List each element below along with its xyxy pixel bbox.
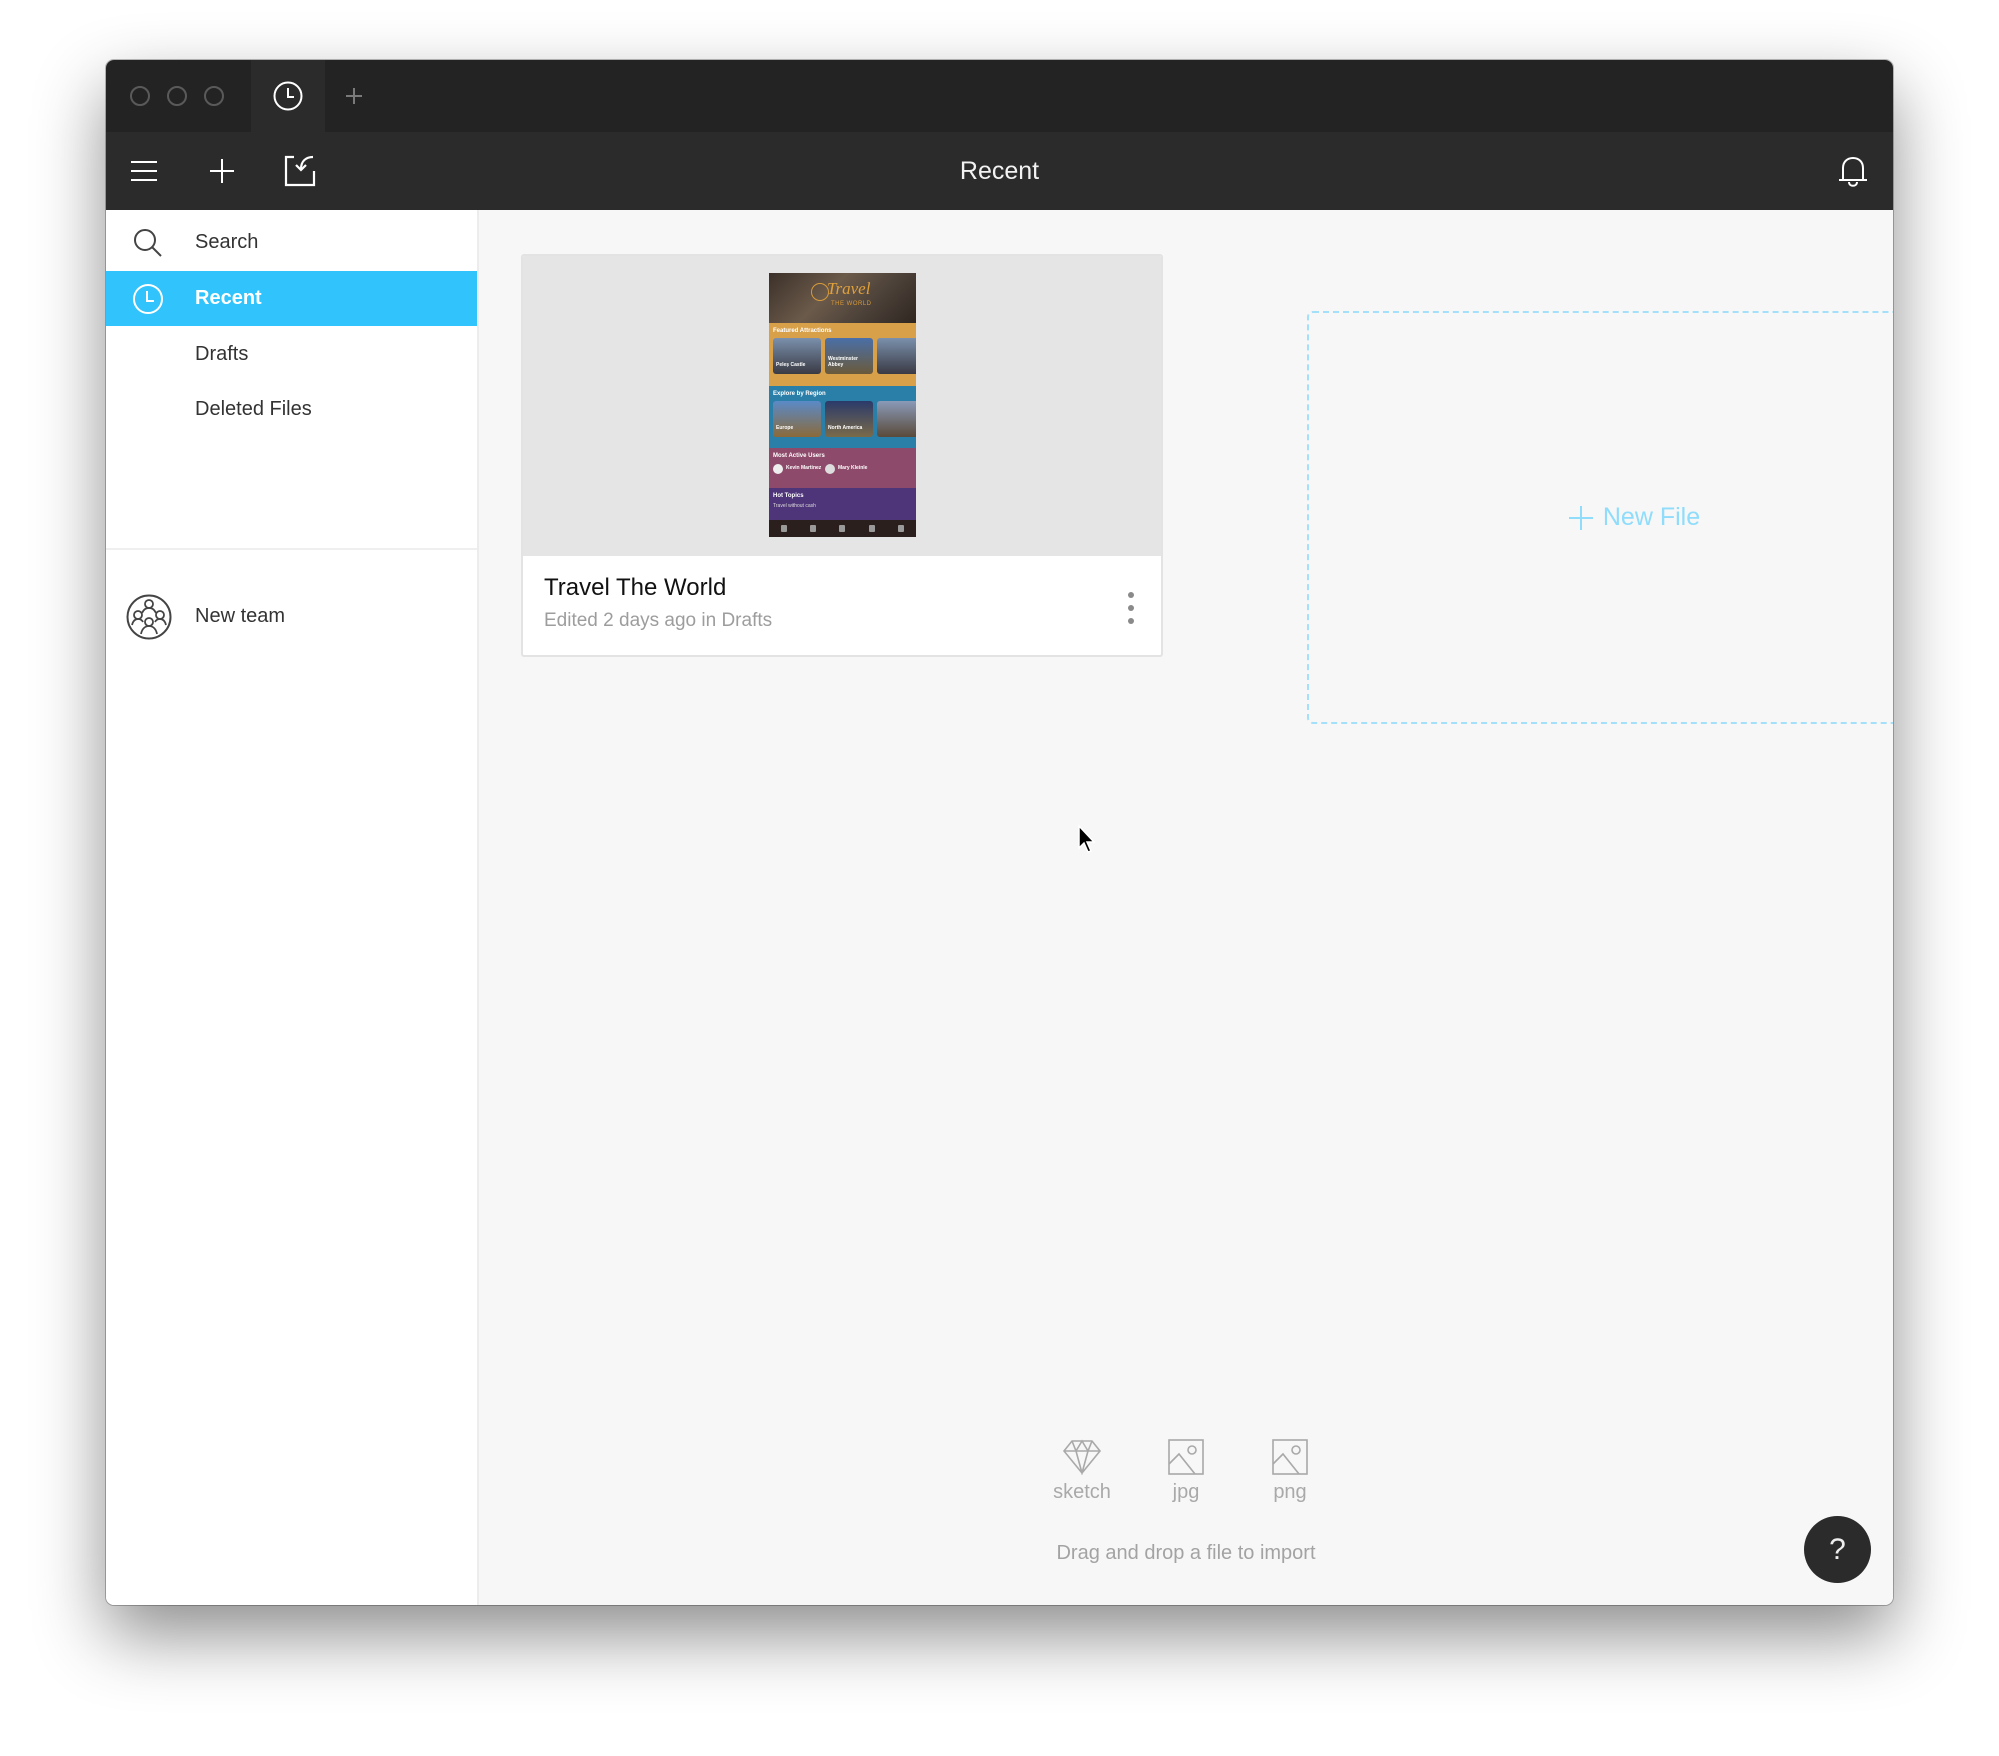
sidebar-item-recent[interactable]: Recent [106, 271, 477, 326]
preview-section: Featured Attractions Peleș Castle Westmi… [769, 323, 916, 386]
preview-tile-label: Westminster Abbey [828, 356, 858, 368]
import-hint: Drag and drop a file to import [1056, 1542, 1316, 1564]
preview-tile: Peleș Castle [773, 338, 821, 374]
notifications-button[interactable] [1831, 149, 1875, 193]
sidebar-item-label: Recent [195, 287, 262, 309]
sidebar-item-search[interactable]: Search [106, 215, 477, 270]
tab-bar [106, 60, 1893, 132]
sidebar-item-label: New team [195, 605, 286, 627]
preview-user-name: Kevin Martinez [786, 465, 822, 471]
preview-app-title: Travel [827, 279, 871, 298]
file-card[interactable]: Travel THE WORLD Featured Attractions Pe… [521, 254, 1163, 657]
preview-section: Hot Topics Travel without cash [769, 488, 916, 520]
main-content: Travel THE WORLD Featured Attractions Pe… [479, 210, 1893, 1605]
file-more-options-button[interactable] [1121, 588, 1141, 628]
sidebar: Search Recent Drafts Deleted Files New t… [106, 210, 479, 1605]
close-window-button[interactable] [130, 86, 150, 106]
page-title: Recent [959, 157, 1040, 185]
file-thumbnail: Travel THE WORLD Featured Attractions Pe… [523, 256, 1161, 556]
preview-app-subtitle: THE WORLD [831, 301, 872, 307]
hamburger-menu-icon [131, 161, 157, 181]
more-dot [1128, 605, 1134, 611]
plus-icon [210, 159, 234, 183]
more-dot [1128, 618, 1134, 624]
sidebar-item-deleted-files[interactable]: Deleted Files [106, 382, 477, 437]
image-icon [1272, 1435, 1308, 1475]
sidebar-item-drafts[interactable]: Drafts [106, 327, 477, 382]
preview-section: Most Active Users Kevin Martinez Mary Kl… [769, 448, 916, 488]
preview-tile-label: Europe [776, 425, 794, 431]
import-type-png: png [1258, 1435, 1322, 1504]
image-icon [1168, 1435, 1204, 1475]
preview-hero: Travel THE WORLD [769, 273, 916, 323]
tab-recent[interactable] [251, 60, 325, 132]
maximize-window-button[interactable] [204, 86, 224, 106]
file-subtitle: Edited 2 days ago in Drafts [544, 610, 773, 631]
preview-tile: North America [825, 401, 873, 437]
preview-section: Explore by Region Europe North America [769, 386, 916, 448]
sidebar-item-label: Drafts [195, 343, 249, 365]
plus-icon [346, 88, 362, 104]
sidebar-divider [106, 548, 477, 550]
sidebar-item-label: Deleted Files [195, 398, 312, 420]
preview-tile: Westminster Abbey [825, 338, 873, 374]
team-icon [126, 594, 172, 640]
clock-icon [273, 81, 303, 111]
preview-section-heading: Explore by Region [773, 391, 826, 397]
import-type-label: sketch [1053, 1481, 1111, 1503]
sidebar-item-label: Search [195, 231, 259, 253]
new-file-button[interactable]: New File [1307, 311, 1893, 724]
import-icon [284, 155, 316, 187]
preview-tile: Europe [773, 401, 821, 437]
import-type-sketch: sketch [1050, 1435, 1114, 1504]
file-title[interactable]: Travel The World [544, 574, 726, 602]
new-file-label: New File [1602, 503, 1701, 531]
help-icon: ? [1829, 1532, 1846, 1566]
preview-section-heading: Featured Attractions [773, 328, 832, 334]
preview-nav-bar [769, 520, 916, 537]
sidebar-item-new-team[interactable]: New team [106, 589, 477, 644]
preview-tile [877, 401, 916, 437]
minimize-window-button[interactable] [167, 86, 187, 106]
bell-icon [1839, 156, 1867, 187]
preview-tile-label: North America [828, 425, 863, 431]
preview-tile-label: Peleș Castle [776, 362, 806, 368]
preview-section-heading: Most Active Users [773, 453, 825, 459]
preview-tile [877, 338, 916, 374]
mouse-cursor-icon [1078, 824, 1096, 853]
preview-section-heading: Hot Topics [773, 493, 804, 499]
new-tab-button[interactable] [334, 76, 374, 116]
search-icon [132, 227, 164, 259]
toolbar: Recent [106, 132, 1893, 210]
diamond-icon [1062, 1435, 1102, 1475]
add-button[interactable] [200, 149, 244, 193]
more-vertical-icon [1128, 592, 1134, 598]
preview-topic: Travel without cash [773, 503, 816, 509]
import-type-jpg: jpg [1154, 1435, 1218, 1504]
preview-avatar [773, 464, 783, 474]
import-drop-zone[interactable]: sketch jpg png Drag and drop a file to i… [479, 1435, 1893, 1565]
design-preview: Travel THE WORLD Featured Attractions Pe… [769, 273, 916, 537]
clock-icon [132, 283, 164, 315]
preview-avatar [825, 464, 835, 474]
import-button[interactable] [278, 149, 322, 193]
menu-button[interactable] [122, 149, 166, 193]
help-button[interactable]: ? [1804, 1516, 1871, 1583]
preview-user-name: Mary Kleinle [838, 465, 868, 471]
import-type-label: jpg [1172, 1481, 1200, 1503]
plus-icon [1568, 505, 1593, 530]
app-window: Recent Search Recent Drafts Deleted File… [106, 60, 1893, 1605]
import-type-label: png [1273, 1481, 1307, 1503]
